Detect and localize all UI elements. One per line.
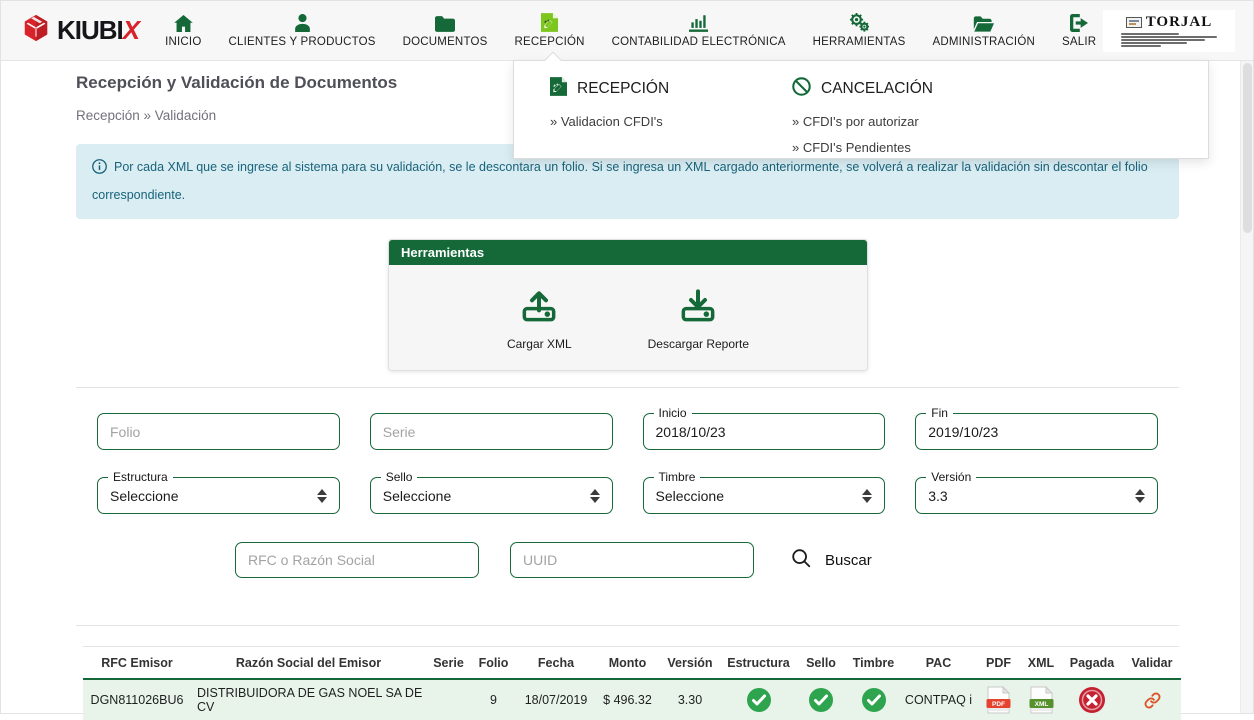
check-circle-icon: [746, 687, 772, 713]
uuid-input[interactable]: [510, 542, 754, 578]
dropdown-title-cancelacion[interactable]: CANCELACIÓN: [792, 77, 933, 101]
dropdown-section-cancelacion: CANCELACIÓN » CFDI's por autorizar » CFD…: [792, 77, 933, 155]
col-version: Versión: [659, 647, 721, 679]
dropdown-title-recepcion[interactable]: RECEPCIÓN: [550, 77, 792, 101]
table-header-row: RFC Emisor Razón Social del Emisor Serie…: [83, 647, 1181, 679]
nav-item-recepcion[interactable]: RECEPCIÓN: [514, 12, 584, 50]
updown-arrows-icon: [1135, 489, 1145, 503]
cancel-icon: [792, 77, 811, 101]
check-circle-icon: [861, 687, 887, 713]
menu-item-cfdis-pendientes[interactable]: » CFDI's Pendientes: [792, 140, 933, 155]
recepcion-dropdown-menu: RECEPCIÓN » Validacion CFDI's CANCELACIÓ…: [513, 60, 1209, 159]
sello-select[interactable]: Sello Seleccione: [370, 477, 613, 514]
col-monto: Monto: [596, 647, 659, 679]
fin-date-field[interactable]: Fin 2019/10/23: [915, 413, 1158, 450]
col-pac: PAC: [901, 647, 976, 679]
menu-item-validacion-cfdis[interactable]: » Validacion CFDI's: [550, 114, 792, 129]
rfc-razon-social-input[interactable]: [235, 542, 479, 578]
scrollbar-thumb[interactable]: [1243, 63, 1252, 233]
nav-item-documentos[interactable]: DOCUMENTOS: [403, 12, 488, 50]
torjal-stamp-icon: [1126, 17, 1142, 28]
svg-text:PDF: PDF: [992, 701, 1005, 708]
nav-items: INICIO CLIENTES Y PRODUCTOS DOCUMENTOS R…: [165, 12, 1096, 50]
nav-item-contabilidad-electronica[interactable]: CONTABILIDAD ELECTRÓNICA: [612, 12, 786, 50]
info-icon: [92, 158, 107, 183]
inicio-date-field[interactable]: Inicio 2018/10/23: [643, 413, 886, 450]
main-content: Recepción y Validación de Documentos Rec…: [1, 61, 1253, 720]
nav-item-salir[interactable]: SALIR: [1062, 12, 1096, 50]
chart-icon: [689, 12, 708, 32]
updown-arrows-icon: [862, 489, 872, 503]
torjal-address-lines: [1121, 33, 1217, 47]
col-folio: Folio: [471, 647, 516, 679]
version-select[interactable]: Versión 3.3: [915, 477, 1158, 514]
updown-arrows-icon: [590, 489, 600, 503]
updown-arrows-icon: [317, 489, 327, 503]
kiubix-logo[interactable]: KIUBIX: [21, 13, 139, 48]
col-pdf: PDF: [976, 647, 1021, 679]
alert-text: Por cada XML que se ingrese al sistema p…: [92, 160, 1148, 202]
download-icon: [678, 285, 718, 330]
results-table-wrap: RFC Emisor Razón Social del Emisor Serie…: [83, 646, 1179, 720]
dropdown-section-recepcion: RECEPCIÓN » Validacion CFDI's: [550, 77, 792, 155]
download-report-button[interactable]: Descargar Reporte: [648, 285, 749, 351]
buscar-button[interactable]: Buscar: [790, 547, 872, 573]
kiubix-cube-icon: [21, 13, 51, 48]
col-estructura: Estructura: [721, 647, 796, 679]
upload-xml-button[interactable]: Cargar XML: [507, 285, 572, 351]
col-sello: Sello: [796, 647, 846, 679]
document-edit-icon: [550, 77, 567, 101]
results-table: RFC Emisor Razón Social del Emisor Serie…: [83, 647, 1181, 720]
xml-file-icon[interactable]: XML: [1029, 686, 1054, 714]
divider-top: [76, 387, 1179, 388]
svg-text:XML: XML: [1034, 701, 1048, 708]
nav-item-herramientas[interactable]: HERRAMIENTAS: [813, 12, 906, 50]
search-row: Buscar: [235, 542, 1179, 578]
page-scrollbar[interactable]: [1240, 61, 1253, 713]
col-rfc-emisor: RFC Emisor: [83, 647, 191, 679]
timbre-select[interactable]: Timbre Seleccione: [643, 477, 886, 514]
folder-icon: [435, 12, 455, 32]
col-pagada: Pagada: [1061, 647, 1123, 679]
document-edit-icon: [541, 12, 558, 32]
logout-icon: [1070, 12, 1088, 32]
estructura-select[interactable]: Estructura Seleccione: [97, 477, 340, 514]
gears-icon: [849, 12, 869, 32]
kiubix-wordmark: KIUBIX: [57, 15, 139, 46]
col-razon-social: Razón Social del Emisor: [191, 647, 426, 679]
col-validar: Validar: [1123, 647, 1181, 679]
menu-item-cfdis-por-autorizar[interactable]: » CFDI's por autorizar: [792, 114, 933, 129]
home-icon: [174, 12, 193, 32]
upload-icon: [519, 285, 559, 330]
tools-panel: Herramientas Cargar XML Descargar Report…: [388, 239, 868, 371]
tools-panel-title: Herramientas: [389, 240, 867, 265]
col-timbre: Timbre: [846, 647, 901, 679]
nav-item-administracion[interactable]: ADMINISTRACIÓN: [933, 12, 1035, 50]
col-xml: XML: [1021, 647, 1061, 679]
folio-input[interactable]: [97, 413, 340, 450]
serie-input[interactable]: [370, 413, 613, 450]
col-fecha: Fecha: [516, 647, 596, 679]
top-nav: KIUBIX INICIO CLIENTES Y PRODUCTOS DOCUM…: [1, 1, 1253, 61]
search-icon: [790, 547, 812, 573]
user-icon: [294, 12, 311, 32]
x-circle-icon[interactable]: [1078, 686, 1106, 714]
check-circle-icon: [808, 687, 834, 713]
nav-item-clientes-y-productos[interactable]: CLIENTES Y PRODUCTOS: [228, 12, 375, 50]
filter-form: Inicio 2018/10/23 Fin 2019/10/23 Estruct…: [97, 413, 1158, 514]
col-serie: Serie: [426, 647, 471, 679]
link-icon[interactable]: [1144, 692, 1161, 709]
nav-item-inicio[interactable]: INICIO: [165, 12, 201, 50]
torjal-logo: TORJAL: [1103, 10, 1235, 52]
pdf-file-icon[interactable]: PDF: [986, 686, 1011, 714]
folder-open-icon: [973, 12, 994, 32]
divider-bottom: [76, 625, 1179, 626]
